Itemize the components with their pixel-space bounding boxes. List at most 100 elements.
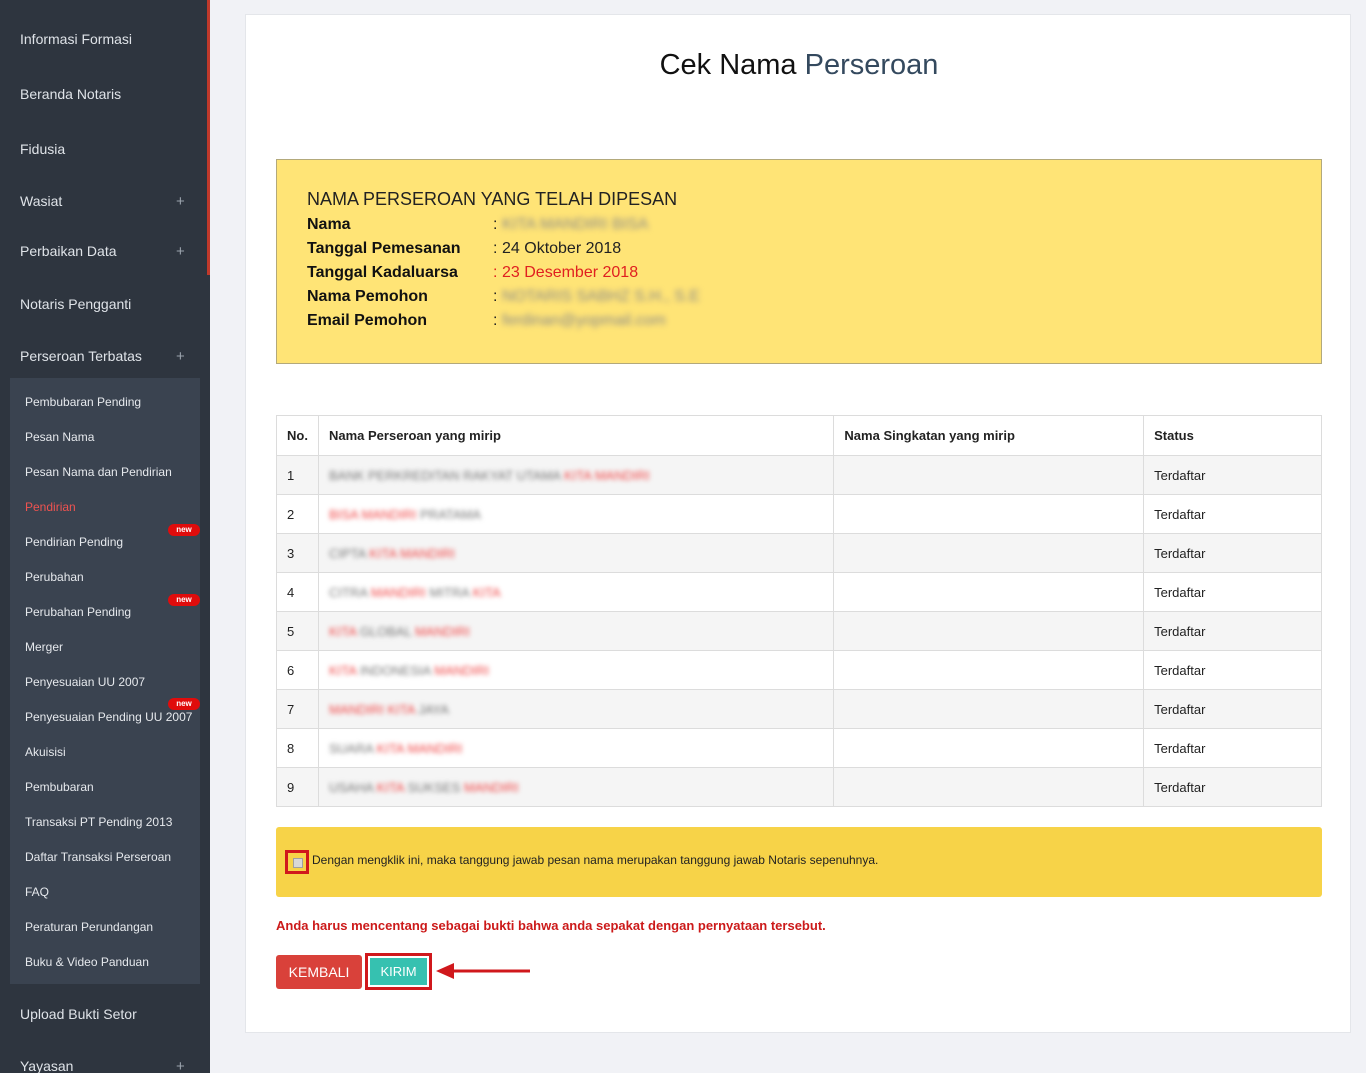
reserved-name-heading: NAMA PERSEROAN YANG TELAH DIPESAN [307, 189, 678, 209]
cell-nama-perseroan: BISA MANDIRI PRATAMA [317, 494, 835, 534]
cell-nama-perseroan: USAHA KITA SUKSES MANDIRI [317, 767, 835, 807]
cell-status: Terdaftar [1143, 728, 1322, 768]
cell-nama-perseroan: KITA GLOBAL MANDIRI [317, 611, 835, 651]
cell-no: 8 [276, 728, 319, 768]
submenu-item-penyesuaian-pending-uu-2007[interactable]: Penyesuaian Pending UU 2007 [25, 710, 192, 724]
submenu-item-buku-video-panduan[interactable]: Buku & Video Panduan [25, 955, 149, 969]
sidebar-item-fidusia[interactable]: Fidusia [20, 141, 65, 157]
cell-nama-singkatan [833, 572, 1145, 612]
agreement-panel: Dengan mengklik ini, maka tanggung jawab… [276, 827, 1322, 897]
cell-no: 9 [276, 767, 319, 807]
info-value-nama: KITA MANDIRI BISA [502, 216, 649, 233]
column-header-nama-perseroan: Nama Perseroan yang mirip [317, 415, 835, 456]
submenu-item-pembubaran[interactable]: Pembubaran [25, 780, 94, 794]
agreement-checkbox[interactable] [293, 858, 303, 868]
table-header-row: No. Nama Perseroan yang mirip Nama Singk… [276, 415, 1322, 456]
cell-nama-perseroan: MANDIRI KITA JAYA [317, 689, 835, 729]
cell-nama-singkatan [833, 494, 1145, 534]
sidebar-item-beranda-notaris[interactable]: Beranda Notaris [20, 86, 121, 102]
name-segment: JAYA [418, 701, 449, 717]
submenu-item-pembubaran-pending[interactable]: Pembubaran Pending [25, 395, 141, 409]
table-row: 2 BISA MANDIRI PRATAMA Terdaftar [276, 494, 1322, 534]
sidebar-item-perbaikan-data[interactable]: Perbaikan Data [20, 243, 117, 259]
send-button[interactable]: KIRIM [370, 958, 427, 985]
page-title-part1: Cek Nama [659, 49, 797, 81]
cell-no: 3 [276, 533, 319, 573]
sidebar-item-wasiat[interactable]: Wasiat [20, 193, 62, 209]
name-segment: SUARA [328, 740, 377, 756]
page-title: Cek Nama Perseroan [246, 49, 1352, 82]
submenu-item-penyesuaian-uu-2007[interactable]: Penyesuaian UU 2007 [25, 675, 145, 689]
cell-status: Terdaftar [1143, 650, 1322, 690]
submenu-item-pendirian[interactable]: Pendirian [25, 500, 76, 514]
submenu-item-pesan-nama[interactable]: Pesan Nama [25, 430, 94, 444]
table-row: 4 CITRA MANDIRI MITRA KITA Terdaftar [276, 572, 1322, 612]
reserved-name-panel: NAMA PERSEROAN YANG TELAH DIPESAN Nama :… [276, 159, 1322, 364]
cell-status: Terdaftar [1143, 533, 1322, 573]
sidebar-item-yayasan[interactable]: Yayasan [20, 1058, 73, 1073]
sidebar-item-perseroan-terbatas[interactable]: Perseroan Terbatas [20, 348, 142, 364]
submenu-item-perubahan[interactable]: Perubahan [25, 570, 84, 584]
new-badge: new [168, 594, 200, 606]
yayasan-expand-icon[interactable]: + [176, 1058, 185, 1073]
name-segment: MANDIRI [434, 662, 490, 678]
info-value-nama-pemohon: NOTARIS SABHZ S.H., S.E [502, 288, 700, 305]
submenu-item-daftar-transaksi-perseroan[interactable]: Daftar Transaksi Perseroan [25, 850, 171, 864]
back-button[interactable]: KEMBALI [276, 955, 362, 989]
table-row: 5 KITA GLOBAL MANDIRI Terdaftar [276, 611, 1322, 651]
perseroan-terbatas-expand-icon[interactable]: + [176, 348, 185, 365]
name-segment: BANK PERKREDITAN RAKYAT UTAMA [328, 467, 564, 483]
sidebar-item-upload-bukti-setor[interactable]: Upload Bukti Setor [20, 1006, 137, 1022]
submenu-item-perubahan-pending[interactable]: Perubahan Pending [25, 605, 131, 619]
name-segment: KITA [376, 779, 408, 795]
agreement-text[interactable]: Dengan mengklik ini, maka tanggung jawab… [312, 853, 878, 867]
name-segment: MANDIRI [414, 623, 470, 639]
cell-nama-singkatan [833, 650, 1145, 690]
submenu-item-merger[interactable]: Merger [25, 640, 63, 654]
table-row: 3 CIPTA KITA MANDIRI Terdaftar [276, 533, 1322, 573]
cell-status: Terdaftar [1143, 767, 1322, 807]
cell-no: 5 [276, 611, 319, 651]
submenu-item-transaksi-pt-pending-2013[interactable]: Transaksi PT Pending 2013 [25, 815, 172, 829]
send-button-highlight: KIRIM [365, 953, 432, 990]
name-segment: KITA [472, 584, 501, 600]
new-badge: new [168, 698, 200, 710]
name-segment: KITA MANDIRI [564, 467, 650, 483]
page-title-part2: Perseroan [804, 49, 939, 81]
cell-nama-singkatan [833, 728, 1145, 768]
cell-no: 6 [276, 650, 319, 690]
submenu-item-peraturan-perundangan[interactable]: Peraturan Perundangan [25, 920, 153, 934]
submenu-item-faq[interactable]: FAQ [25, 885, 49, 899]
name-segment: INDONESIA [359, 662, 435, 678]
agreement-checkbox-highlight[interactable] [285, 850, 309, 874]
submenu-item-pesan-nama-dan-pendirian[interactable]: Pesan Nama dan Pendirian [25, 465, 172, 479]
info-value-tanggal-kadaluarsa: 23 Desember 2018 [502, 264, 639, 281]
wasiat-expand-icon[interactable]: + [176, 193, 185, 210]
table-row: 1 BANK PERKREDITAN RAKYAT UTAMA KITA MAND… [276, 455, 1322, 495]
name-segment: MANDIRI [463, 779, 519, 795]
cell-nama-perseroan: CIPTA KITA MANDIRI [317, 533, 835, 573]
name-segment: CITRA [328, 584, 371, 600]
perbaikan-data-expand-icon[interactable]: + [176, 243, 185, 260]
sidebar-item-informasi-formasi[interactable]: Informasi Formasi [20, 31, 132, 47]
submenu-item-pendirian-pending[interactable]: Pendirian Pending [25, 535, 123, 549]
cell-status: Terdaftar [1143, 455, 1322, 495]
column-header-no: No. [276, 415, 319, 456]
cell-status: Terdaftar [1143, 494, 1322, 534]
sidebar-item-notaris-pengganti[interactable]: Notaris Pengganti [20, 296, 131, 312]
cell-no: 4 [276, 572, 319, 612]
agreement-warning: Anda harus mencentang sebagai bukti bahw… [276, 918, 826, 933]
perseroan-submenu: Pembubaran Pending Pesan Nama Pesan Nama… [10, 378, 200, 984]
name-segment: BISA MANDIRI [328, 506, 421, 522]
name-segment: MANDIRI KITA [328, 701, 419, 717]
cell-status: Terdaftar [1143, 689, 1322, 729]
cell-nama-singkatan [833, 611, 1145, 651]
name-segment: SUKSES [407, 779, 464, 795]
info-colon: : [493, 288, 498, 305]
sidebar: Informasi Formasi Beranda Notaris Fidusi… [0, 0, 210, 1073]
cell-nama-singkatan [833, 767, 1145, 807]
name-segment: PRATAMA [420, 506, 481, 522]
cell-nama-singkatan [833, 689, 1145, 729]
submenu-item-akuisisi[interactable]: Akuisisi [25, 745, 66, 759]
name-segment: KITA MANDIRI [376, 740, 463, 756]
